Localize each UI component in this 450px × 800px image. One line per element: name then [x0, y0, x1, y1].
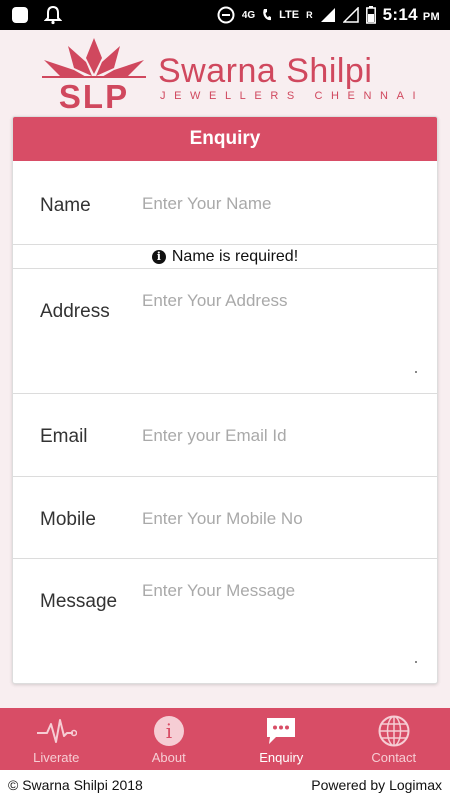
message-row: Message: [13, 559, 437, 683]
nav-item-label: Enquiry: [259, 750, 304, 765]
bell-icon: [44, 5, 62, 25]
copyright-text: © Swarna Shilpi 2018: [8, 777, 143, 793]
name-row: Name: [13, 161, 437, 245]
mobile-row: Mobile: [13, 477, 437, 559]
battery-icon: [365, 6, 376, 24]
mobile-input[interactable]: [142, 506, 421, 532]
footer: © Swarna Shilpi 2018 Powered by Logimax: [0, 770, 450, 800]
clock-time: 5:14: [382, 5, 418, 24]
signal-icon: [320, 8, 335, 22]
brand-name: Swarna Shilpi: [158, 52, 373, 90]
heartbeat-icon: [37, 719, 78, 743]
clock: 5:14 PM: [383, 5, 440, 25]
email-label: Email: [40, 426, 88, 447]
powered-by-text: Powered by Logimax: [311, 777, 442, 793]
email-input[interactable]: [142, 423, 421, 449]
textarea-resize-handle[interactable]: [415, 661, 417, 663]
lte-label: LTE: [279, 9, 300, 21]
clock-ampm: PM: [422, 11, 440, 23]
status-bar: 4G LTE R 5:14 PM: [0, 0, 450, 30]
message-input[interactable]: [142, 581, 421, 671]
globe-icon: [378, 715, 410, 747]
nav-item-liverate[interactable]: Liverate: [0, 708, 113, 770]
nav-item-contact[interactable]: Contact: [338, 708, 450, 770]
name-error-text: Name is required!: [171, 247, 299, 265]
roaming-label: R: [306, 10, 313, 20]
mobile-label: Mobile: [40, 509, 96, 530]
enquiry-form: Enquiry Name i Name is required! Address…: [12, 116, 438, 684]
nav-item-label: About: [151, 750, 186, 765]
textarea-resize-handle[interactable]: [415, 371, 417, 373]
address-input[interactable]: [142, 291, 421, 381]
form-title: Enquiry: [13, 117, 437, 161]
brand-tagline: JEWELLERS CHENNAI: [160, 90, 425, 102]
info-circle-icon: i: [153, 716, 184, 746]
address-row: Address: [13, 269, 437, 394]
nav-item-label: Liverate: [33, 750, 80, 765]
name-input[interactable]: [142, 191, 421, 217]
signal-2-icon: [342, 7, 359, 23]
name-error-message: i Name is required!: [13, 245, 437, 269]
do-not-disturb-icon: [217, 6, 235, 24]
message-label: Message: [40, 591, 118, 612]
chat-bubble-icon: [267, 718, 296, 744]
app-notification-icon: [12, 7, 28, 23]
network-type-label: 4G: [241, 9, 256, 21]
name-label: Name: [40, 195, 91, 216]
info-icon: i: [151, 249, 166, 264]
nav-item-about[interactable]: i About: [113, 708, 226, 770]
app-header: SLP Swarna Shilpi JEWELLERS CHENNAI: [0, 30, 450, 114]
brand-logo-icon: SLP: [42, 38, 146, 112]
address-label: Address: [40, 301, 110, 322]
call-icon: [263, 9, 272, 21]
bottom-navigation: Liverate i About Enquiry Contact: [0, 708, 450, 770]
nav-item-label: Contact: [371, 750, 417, 765]
svg-text:i: i: [166, 719, 172, 743]
brand-mark-text: SLP: [59, 78, 129, 112]
nav-item-enquiry[interactable]: Enquiry: [225, 708, 338, 770]
email-row: Email: [13, 394, 437, 477]
